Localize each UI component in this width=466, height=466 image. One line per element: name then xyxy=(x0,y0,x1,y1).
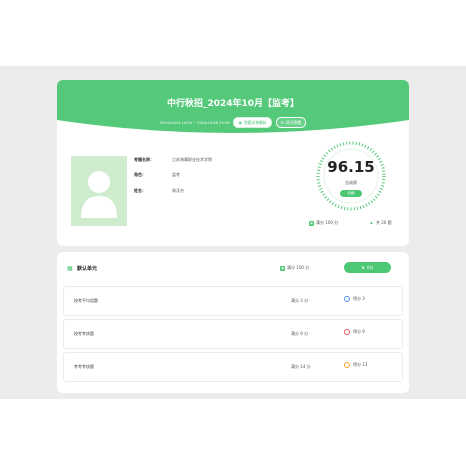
list-item[interactable]: 校考平均组题 满分 3 分 得分 3 xyxy=(63,286,403,316)
retake-label: 再次答题 xyxy=(286,119,302,125)
section-full-mark: ▣ 满分 100 分 xyxy=(280,265,309,271)
chart-icon: ▴ xyxy=(370,219,373,226)
item-full-mark: 满分 3 分 xyxy=(291,298,309,303)
full-mark-icon: ▣ xyxy=(280,265,285,271)
item-full-mark: 满分 9 分 xyxy=(291,331,309,336)
result-card: 中行秋招_2024年10月【监考】 2024/10/23 14:00 ~ 202… xyxy=(57,80,409,246)
status-ring-icon xyxy=(344,362,350,368)
header-banner: 中行秋招_2024年10月【监考】 2024/10/23 14:00 ~ 202… xyxy=(57,80,409,138)
banner-actions: 2024/10/23 14:00 ~ 2024/10/26 23:59 ◉ 答题… xyxy=(57,117,409,128)
score-ring xyxy=(316,141,386,211)
pass-status-badge: 合格 xyxy=(340,190,362,197)
avatar xyxy=(71,156,127,226)
full-mark-icon: ▣ xyxy=(309,220,314,226)
item-name: 校考考核题 xyxy=(74,331,94,336)
total-score-label: 总成绩 xyxy=(345,180,357,185)
retake-button[interactable]: ↻ 再次答题 xyxy=(275,117,307,128)
item-name: 校考平均组题 xyxy=(74,298,98,303)
full-mark-text: 满分 100 分 xyxy=(316,220,339,225)
total-score: 96.15 xyxy=(327,158,375,176)
item-score: 得分 13 xyxy=(344,362,367,368)
view-answers-button[interactable]: ◉ 答题试卷解析 xyxy=(233,117,272,128)
item-score: 得分 3 xyxy=(344,296,365,302)
question-count-text: 共 26 题 xyxy=(376,220,392,225)
section-full-mark-text: 满分 100 分 xyxy=(287,265,310,270)
view-answers-label: 答题试卷解析 xyxy=(243,119,267,125)
item-score-text: 得分 13 xyxy=(353,362,368,367)
list-item[interactable]: 考考考核题 满分 14 分 得分 13 xyxy=(63,352,403,382)
info-label: 考籍名称： xyxy=(134,157,154,162)
item-name: 考考考核题 xyxy=(74,364,94,369)
question-count: ▴ 共 26 题 xyxy=(369,219,392,226)
exam-time-range: 2024/10/23 14:00 ~ 2024/10/26 23:59 xyxy=(159,120,230,125)
info-label: 姓名： xyxy=(134,188,146,193)
status-ring-icon xyxy=(344,296,350,302)
item-score-text: 得分 3 xyxy=(353,296,365,301)
full-mark: ▣ 满分 100 分 xyxy=(309,220,338,226)
info-label: 角色： xyxy=(134,172,146,177)
status-ring-icon xyxy=(344,329,350,335)
item-score-text: 得分 9 xyxy=(353,329,365,334)
section-card: ▦ 默认单元 ▣ 满分 100 分 ♛ 0分 校考平均组题 满分 3 分 得分 … xyxy=(57,252,409,393)
info-value: 监考 xyxy=(172,172,180,177)
refresh-icon: ↻ xyxy=(280,120,285,125)
item-full-mark: 满分 14 分 xyxy=(291,364,311,369)
eye-icon: ◉ xyxy=(238,120,242,125)
grid-icon: ▦ xyxy=(67,265,73,272)
section-score-text: 0分 xyxy=(367,264,374,270)
info-value: 江苏海事职业技术学院 xyxy=(172,157,212,162)
section-title: 默认单元 xyxy=(77,266,98,272)
section-score-badge: ♛ 0分 xyxy=(344,262,391,273)
trophy-icon: ♛ xyxy=(361,265,366,270)
item-score: 得分 9 xyxy=(344,329,365,335)
list-item[interactable]: 校考考核题 满分 9 分 得分 9 xyxy=(63,319,403,349)
info-value: 周沃杰 xyxy=(172,188,184,193)
exam-title: 中行秋招_2024年10月【监考】 xyxy=(166,99,300,109)
